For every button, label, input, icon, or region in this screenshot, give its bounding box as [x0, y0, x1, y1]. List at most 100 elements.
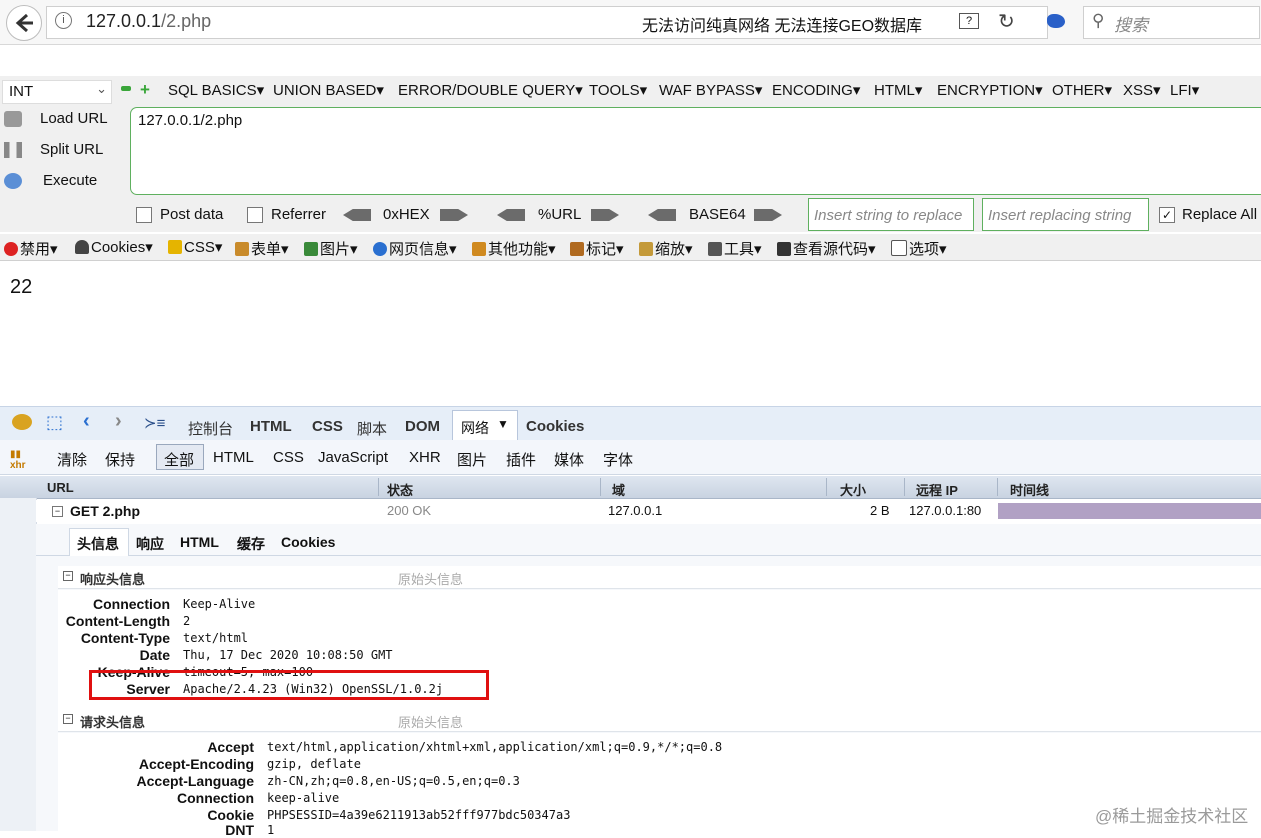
tab-detail-html[interactable]: HTML	[180, 534, 219, 550]
xhr-icon[interactable]: ▮▮ xhr	[10, 449, 26, 471]
filter-images[interactable]: 图片	[457, 449, 487, 470]
filter-xhr[interactable]: XHR	[409, 449, 441, 466]
toolbar-images[interactable]: 图片▾	[304, 238, 358, 259]
plus-icon[interactable]: +	[140, 80, 150, 100]
toolbar-tools[interactable]: 工具▾	[708, 238, 762, 259]
col-url[interactable]: URL	[47, 480, 74, 495]
filter-javascript[interactable]: JavaScript	[318, 449, 388, 466]
header-value: keep-alive	[267, 791, 340, 805]
chevron-right-icon[interactable]: ›	[115, 410, 122, 433]
replace-string-input[interactable]: Insert string to replace	[808, 198, 974, 231]
toolbar-forms[interactable]: 表单▾	[235, 238, 289, 259]
clear-button[interactable]: 清除	[57, 449, 87, 470]
reload-icon[interactable]: ↻	[998, 9, 1015, 34]
url-textarea-value: 127.0.0.1/2.php	[138, 112, 243, 129]
col-domain[interactable]: 域	[612, 480, 625, 499]
menu-sql-basics[interactable]: SQL BASICS▾	[168, 81, 264, 99]
persist-button[interactable]: 保持	[105, 449, 135, 470]
raw-headers-link[interactable]: 原始头信息	[398, 712, 463, 731]
execute-button[interactable]: Execute	[4, 172, 97, 190]
menu-union-based[interactable]: UNION BASED▾	[273, 81, 384, 99]
toolbar-cookies[interactable]: Cookies▾	[75, 238, 153, 256]
addon-icon[interactable]	[1047, 14, 1065, 28]
misc-icon	[472, 242, 486, 256]
header-key: DNT	[225, 822, 254, 838]
collapse-icon[interactable]: −	[52, 506, 63, 517]
type-select[interactable]: INT ⌄	[2, 80, 112, 104]
chevron-left-icon[interactable]: ‹	[83, 410, 90, 433]
filter-media[interactable]: 媒体	[554, 449, 584, 470]
chevron-down-icon: ⌄	[96, 81, 107, 96]
tab-network-label: 网络	[461, 420, 489, 436]
tab-response[interactable]: 响应	[136, 534, 164, 554]
tab-network[interactable]: 网络 ▼	[452, 410, 518, 441]
tab-cookies[interactable]: Cookies	[526, 418, 584, 435]
filter-html[interactable]: HTML	[213, 449, 254, 466]
tab-css[interactable]: CSS	[312, 418, 343, 435]
back-button[interactable]	[6, 5, 42, 41]
menu-encryption[interactable]: ENCRYPTION▾	[937, 81, 1043, 99]
load-url-button[interactable]: Load URL	[4, 110, 108, 128]
col-divider	[600, 478, 601, 496]
tab-detail-cookies[interactable]: Cookies	[281, 534, 335, 550]
tab-html[interactable]: HTML	[250, 418, 292, 435]
tab-dom[interactable]: DOM	[405, 418, 440, 435]
toolbar-options[interactable]: 选项▾	[891, 238, 947, 259]
header-key: Content-Type	[80, 630, 170, 646]
menu-html[interactable]: HTML▾	[874, 81, 922, 99]
menu-error-double-query[interactable]: ERROR/DOUBLE QUERY▾	[398, 81, 583, 99]
minus-icon[interactable]	[121, 86, 131, 91]
user-icon	[75, 240, 89, 254]
collapse-icon[interactable]: −	[63, 714, 73, 724]
header-key: Cookie	[207, 807, 254, 823]
post-data-checkbox[interactable]	[136, 207, 152, 223]
tab-headers[interactable]: 头信息	[77, 534, 119, 554]
referrer-checkbox[interactable]	[247, 207, 263, 223]
tab-console[interactable]: 控制台	[188, 418, 233, 439]
menu-other[interactable]: OTHER▾	[1052, 81, 1112, 99]
hex-label: 0xHEX	[383, 206, 430, 223]
toolbar-misc[interactable]: 其他功能▾	[472, 238, 556, 259]
toolbar-view-source[interactable]: 查看源代码▾	[777, 238, 876, 259]
col-timeline[interactable]: 时间线	[1010, 480, 1049, 499]
col-divider	[904, 478, 905, 496]
tab-script[interactable]: 脚本	[357, 418, 387, 439]
toolbar-disable[interactable]: 禁用▾	[4, 238, 58, 259]
url-textarea[interactable]	[130, 107, 1261, 195]
menu-waf-bypass[interactable]: WAF BYPASS▾	[659, 81, 762, 99]
split-url-button[interactable]: Split URL	[4, 141, 103, 159]
filter-fonts[interactable]: 字体	[603, 449, 633, 470]
col-status[interactable]: 状态	[387, 480, 413, 499]
info-icon[interactable]: i	[55, 12, 72, 29]
command-line-icon[interactable]: ≻≡	[144, 414, 165, 432]
replace-all-label: Replace All	[1182, 206, 1258, 223]
options-icon	[891, 240, 907, 256]
col-remote-ip[interactable]: 远程 IP	[916, 480, 958, 499]
raw-headers-link[interactable]: 原始头信息	[398, 569, 463, 588]
tab-cache[interactable]: 缓存	[237, 534, 265, 554]
pencil-icon	[570, 242, 584, 256]
toolbar-outline[interactable]: 标记▾	[570, 238, 624, 259]
menu-tools[interactable]: TOOLS▾	[589, 81, 647, 99]
toolbar-page-info[interactable]: 网页信息▾	[373, 238, 457, 259]
menu-xss[interactable]: XSS▾	[1123, 81, 1161, 99]
terminal-icon	[777, 242, 791, 256]
collapse-icon[interactable]: −	[63, 571, 73, 581]
search-field[interactable]	[1083, 6, 1260, 39]
request-domain: 127.0.0.1	[608, 503, 663, 518]
filter-css[interactable]: CSS	[273, 449, 304, 466]
replacing-string-input[interactable]: Insert replacing string	[982, 198, 1149, 231]
header-value: gzip, deflate	[267, 757, 361, 771]
col-size[interactable]: 大小	[840, 480, 866, 499]
base64-label: BASE64	[689, 206, 746, 223]
inspect-icon[interactable]: ⬚	[46, 412, 63, 433]
header-value: zh-CN,zh;q=0.8,en-US;q=0.5,en;q=0.3	[267, 774, 520, 788]
menu-lfi[interactable]: LFI▾	[1170, 81, 1199, 99]
header-key: Accept-Encoding	[138, 756, 254, 772]
toolbar-css[interactable]: CSS▾	[168, 238, 222, 256]
firebug-icon[interactable]	[12, 414, 32, 430]
menu-encoding[interactable]: ENCODING▾	[772, 81, 860, 99]
replace-all-checkbox[interactable]: ✓	[1159, 207, 1175, 223]
toolbar-resize[interactable]: 缩放▾	[639, 238, 693, 259]
filter-plugins[interactable]: 插件	[506, 449, 536, 470]
